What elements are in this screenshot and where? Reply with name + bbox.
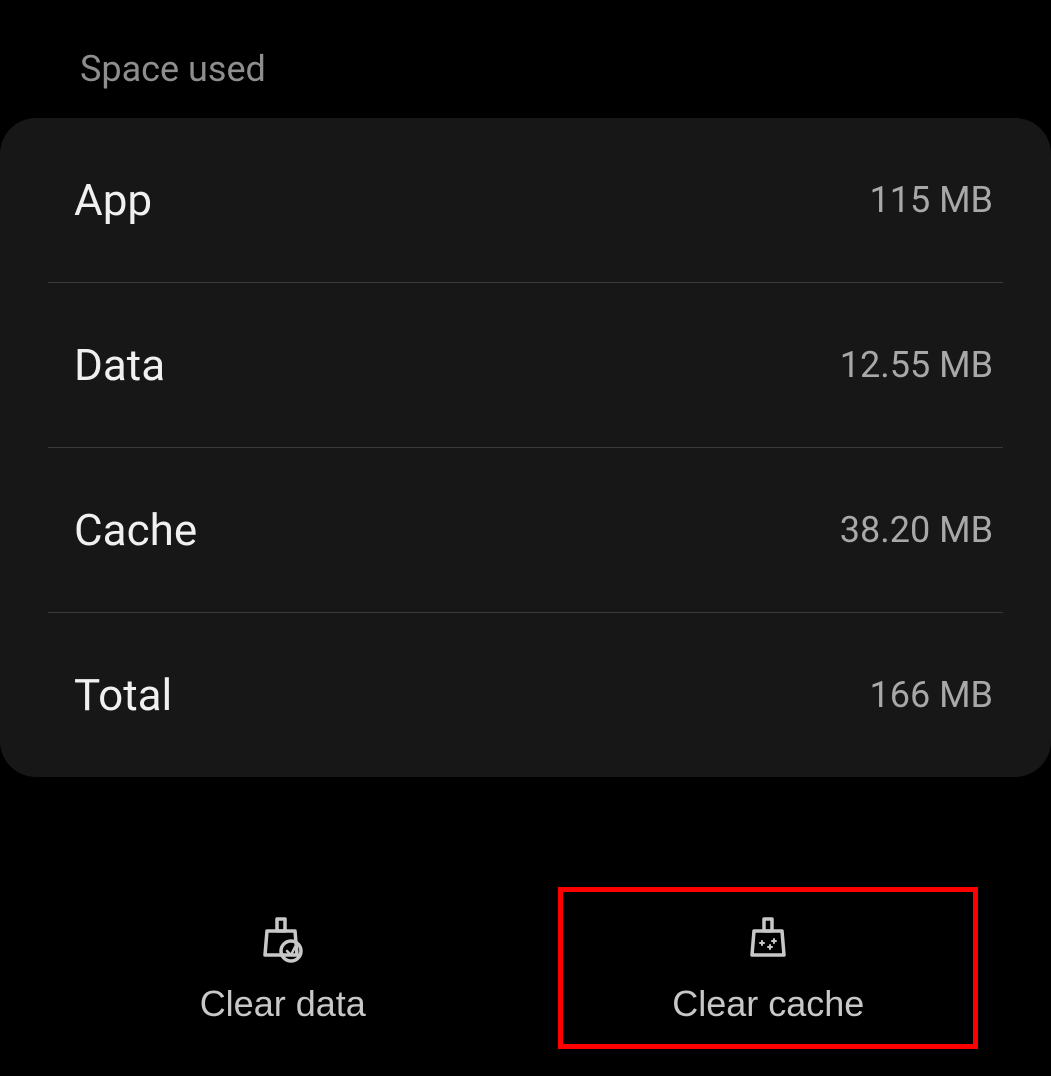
row-label: App <box>48 174 152 226</box>
row-value: 166 MB <box>870 674 1004 716</box>
storage-row-total: Total 166 MB <box>48 613 1003 777</box>
row-value: 115 MB <box>870 179 1004 221</box>
clear-cache-button[interactable]: Clear cache <box>558 887 978 1049</box>
storage-row-app: App 115 MB <box>48 118 1003 283</box>
row-label: Cache <box>48 504 197 556</box>
clear-data-label: Clear data <box>200 983 366 1025</box>
section-header: Space used <box>0 0 1051 118</box>
broom-sparkle-icon <box>740 911 796 967</box>
row-label: Data <box>48 339 165 391</box>
broom-data-icon <box>255 911 311 967</box>
storage-row-data: Data 12.55 MB <box>48 283 1003 448</box>
actions-bar: Clear data Clear cache <box>0 887 1051 1049</box>
storage-card: App 115 MB Data 12.55 MB Cache 38.20 MB … <box>0 118 1051 777</box>
row-value: 12.55 MB <box>840 344 1003 386</box>
storage-row-cache: Cache 38.20 MB <box>48 448 1003 613</box>
row-label: Total <box>48 669 172 721</box>
clear-data-button[interactable]: Clear data <box>73 887 493 1049</box>
row-value: 38.20 MB <box>840 509 1003 551</box>
clear-cache-label: Clear cache <box>672 983 864 1025</box>
